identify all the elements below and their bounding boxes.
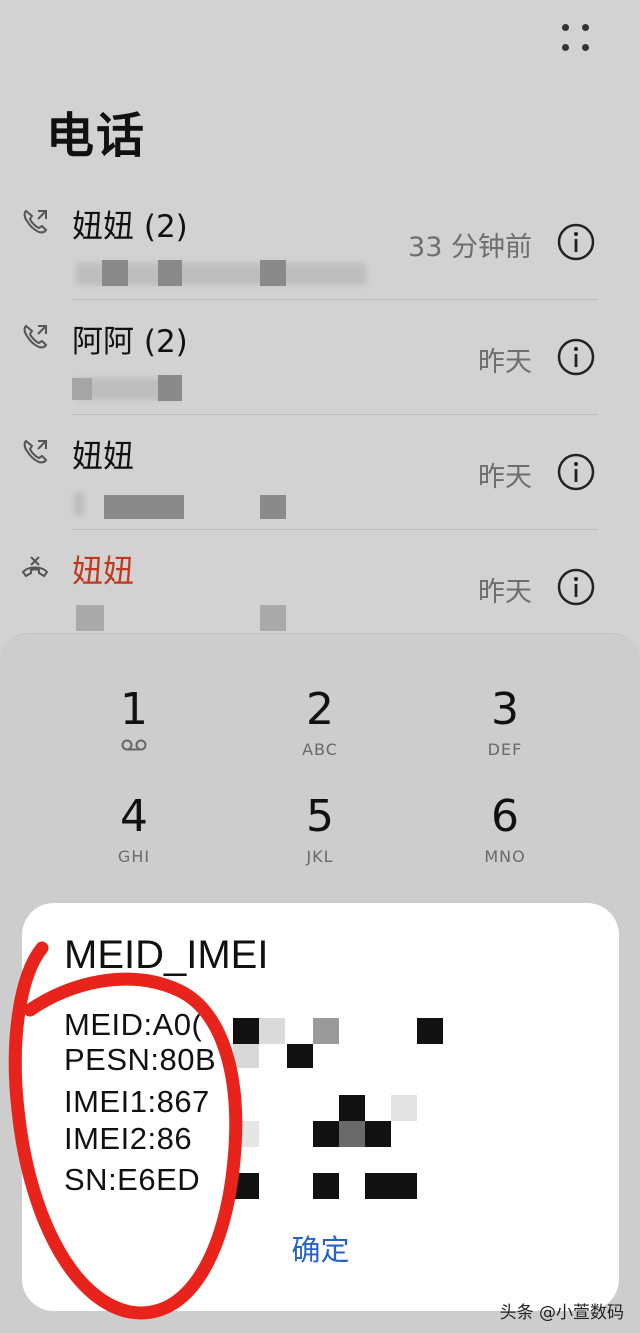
call-log-list: 妞妞 (2) 33 分钟前 阿阿 (2) 昨天 妞妞 昨天 妞妞 昨天 bbox=[0, 185, 640, 645]
outgoing-call-icon bbox=[23, 439, 48, 464]
dialpad-key-1[interactable]: 1 bbox=[64, 686, 204, 756]
confirm-button[interactable]: 确定 bbox=[22, 1227, 619, 1269]
info-icon[interactable] bbox=[556, 452, 596, 492]
info-icon[interactable] bbox=[556, 337, 596, 377]
meid-line: MEID:A0( bbox=[64, 1007, 203, 1042]
key-letters: MNO bbox=[484, 847, 526, 866]
call-log-item[interactable]: 妞妞 昨天 bbox=[0, 415, 640, 530]
missed-call-icon bbox=[21, 556, 49, 578]
outgoing-call-icon bbox=[23, 209, 48, 234]
meid-imei-dialog: MEID_IMEI MEID:A0( PESN:80B IMEI1:867 IM… bbox=[22, 903, 619, 1311]
key-digit: 5 bbox=[306, 791, 334, 842]
redacted-number bbox=[72, 255, 372, 289]
page-title: 电话 bbox=[46, 108, 147, 164]
dialog-title: MEID_IMEI bbox=[64, 933, 269, 977]
watermark: 头条 @小萱数码 bbox=[499, 1303, 624, 1323]
redacted-number bbox=[72, 485, 372, 519]
sn-line: SN:E6ED bbox=[64, 1162, 201, 1197]
key-letters: JKL bbox=[306, 847, 334, 866]
call-log-item[interactable]: 妞妞 (2) 33 分钟前 bbox=[0, 185, 640, 300]
key-letters: DEF bbox=[487, 740, 523, 759]
call-time: 33 分钟前 bbox=[408, 232, 532, 263]
imei2-line: IMEI2:86 bbox=[64, 1121, 193, 1156]
more-options-icon[interactable] bbox=[556, 18, 596, 58]
redacted-number bbox=[72, 600, 372, 634]
dialpad-key-5[interactable]: 5 JKL bbox=[250, 791, 390, 867]
pesn-line: PESN:80B bbox=[64, 1042, 217, 1077]
key-digit: 2 bbox=[306, 684, 334, 735]
dialpad-key-3[interactable]: 3 DEF bbox=[435, 684, 575, 760]
info-icon[interactable] bbox=[556, 567, 596, 607]
dialpad-key-4[interactable]: 4 GHI bbox=[64, 791, 204, 867]
contact-name: 阿阿 (2) bbox=[72, 324, 188, 360]
call-time: 昨天 bbox=[478, 462, 532, 493]
key-digit: 3 bbox=[491, 684, 519, 735]
dialpad-key-6[interactable]: 6 MNO bbox=[435, 791, 575, 867]
imei1-line: IMEI1:867 bbox=[64, 1084, 210, 1119]
info-icon[interactable] bbox=[556, 222, 596, 262]
key-letters: GHI bbox=[117, 847, 151, 866]
call-time: 昨天 bbox=[478, 577, 532, 608]
outgoing-call-icon bbox=[23, 324, 48, 349]
key-letters: ABC bbox=[302, 740, 338, 759]
contact-name: 妞妞 (2) bbox=[72, 209, 188, 245]
dialpad-key-2[interactable]: 2 ABC bbox=[250, 684, 390, 760]
contact-name: 妞妞 bbox=[72, 554, 134, 590]
redacted-number bbox=[72, 370, 372, 404]
call-log-item[interactable]: 阿阿 (2) 昨天 bbox=[0, 300, 640, 415]
voicemail-icon bbox=[121, 739, 147, 751]
contact-name: 妞妞 bbox=[72, 439, 134, 475]
key-digit: 6 bbox=[491, 791, 519, 842]
key-digit: 1 bbox=[120, 684, 148, 735]
key-digit: 4 bbox=[120, 791, 148, 842]
call-time: 昨天 bbox=[478, 347, 532, 378]
call-log-item[interactable]: 妞妞 昨天 bbox=[0, 530, 640, 645]
